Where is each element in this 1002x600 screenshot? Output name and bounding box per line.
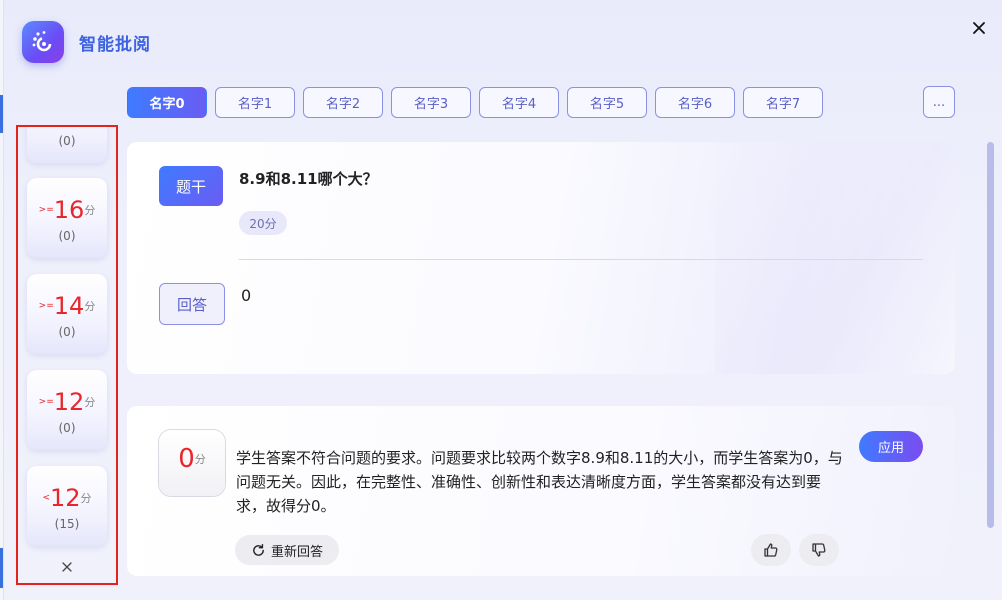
close-icon <box>62 562 72 572</box>
app-logo-icon <box>22 21 64 63</box>
tab-student-5[interactable]: 名字5 <box>567 87 647 118</box>
score-filter-threshold: >=14分 <box>27 292 107 320</box>
tab-student-0[interactable]: 名字0 <box>127 87 207 118</box>
score-filter-unit: 分 <box>84 204 96 217</box>
like-button[interactable] <box>751 534 791 566</box>
more-tabs-button[interactable]: ... <box>923 86 955 118</box>
thumbs-up-icon <box>764 543 778 557</box>
points-tag: 20分 <box>239 211 287 235</box>
panel-title: 智能批阅 <box>79 34 151 55</box>
tab-student-6[interactable]: 名字6 <box>655 87 735 118</box>
score-unit: 分 <box>194 453 206 466</box>
score-filter-threshold: <12分 <box>27 484 107 512</box>
score-value: 0 <box>178 444 195 474</box>
student-answer: 0 <box>241 286 252 305</box>
grading-result-card: 0分 学生答案不符合问题的要求。问题要求比较两个数字8.9和8.11的大小，而学… <box>127 406 955 576</box>
panel-header: 智能批阅 <box>22 20 151 64</box>
grading-feedback: 学生答案不符合问题的要求。问题要求比较两个数字8.9和8.11的大小，而学生答案… <box>236 449 843 515</box>
score-filter-count: (0) <box>58 421 76 435</box>
smart-grading-panel: 智能批阅 名字0 名字1 名字2 名字3 名字4 名字5 名字6 名字7 ...… <box>0 0 1002 600</box>
student-tabs: 名字0 名字1 名字2 名字3 名字4 名字5 名字6 名字7 <box>127 87 823 118</box>
edge-marker <box>0 548 3 588</box>
score-filter-value: 12 <box>53 388 85 416</box>
tab-student-3[interactable]: 名字3 <box>391 87 471 118</box>
close-icon <box>973 22 985 34</box>
answer-badge: 回答 <box>159 283 225 325</box>
score-filter-operator: < <box>42 493 50 503</box>
score-filter-operator: >= <box>38 205 54 215</box>
score-filter-count: (0) <box>58 134 76 148</box>
regenerate-answer-button[interactable]: 重新回答 <box>235 535 339 565</box>
question-stem: 8.9和8.11哪个大？ <box>239 170 378 188</box>
score-filter-unit: 分 <box>80 492 92 505</box>
dislike-button[interactable] <box>799 534 839 566</box>
regenerate-answer-label: 重新回答 <box>270 544 323 560</box>
score-filter-card[interactable]: (0) <box>27 127 107 163</box>
score-filter-threshold: >=12分 <box>27 388 107 416</box>
score-filter-operator: >= <box>38 301 54 311</box>
score-filter-count: (0) <box>58 325 76 339</box>
thumbs-down-icon <box>812 543 826 557</box>
close-button[interactable] <box>969 18 989 38</box>
score-filter-unit: 分 <box>84 396 96 409</box>
refresh-icon <box>253 543 264 556</box>
score-filter-card[interactable]: >=12分 (0) <box>27 370 107 450</box>
score-filter-card[interactable]: <12分 (15) <box>27 466 107 546</box>
tab-student-2[interactable]: 名字2 <box>303 87 383 118</box>
card-decoration <box>715 142 955 374</box>
divider <box>239 259 923 260</box>
tab-student-4[interactable]: 名字4 <box>479 87 559 118</box>
tab-student-1[interactable]: 名字1 <box>215 87 295 118</box>
tab-student-7[interactable]: 名字7 <box>743 87 823 118</box>
score-display: 0分 <box>159 430 225 496</box>
score-filter-count: (0) <box>58 229 76 243</box>
score-filter-card[interactable]: >=14分 (0) <box>27 274 107 354</box>
background-app-edge <box>0 0 4 600</box>
score-filter-value: 14 <box>53 292 85 320</box>
score-filter-count: (15) <box>54 517 80 531</box>
score-filter-operator: >= <box>38 397 54 407</box>
score-filter-value: 16 <box>53 196 85 224</box>
stem-badge: 题干 <box>159 166 223 206</box>
scrollbar-thumb[interactable] <box>987 142 994 528</box>
apply-button[interactable]: 应用 <box>859 431 923 462</box>
edge-marker <box>0 95 3 133</box>
question-card: 题干 8.9和8.11哪个大？ 20分 回答 0 <box>127 142 955 374</box>
collapse-filter-button[interactable] <box>60 559 74 573</box>
score-filter-sidebar: (0) >=16分 (0) >=14分 (0) >=12分 (0) <12分 (… <box>16 125 118 585</box>
score-filter-threshold: >=16分 <box>27 196 107 224</box>
score-filter-card[interactable]: >=16分 (0) <box>27 178 107 258</box>
score-filter-unit: 分 <box>84 300 96 313</box>
score-filter-value: 12 <box>50 484 81 512</box>
